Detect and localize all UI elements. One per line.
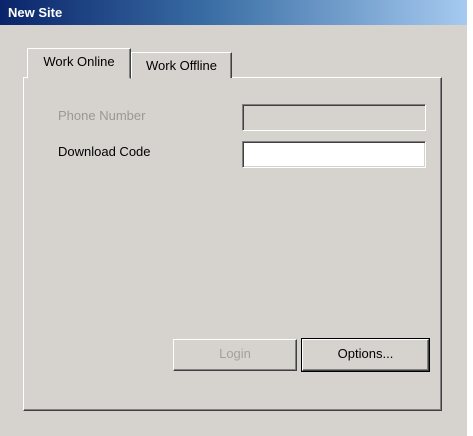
download-code-label: Download Code: [58, 144, 151, 159]
options-button[interactable]: Options...: [301, 338, 430, 372]
phone-number-label: Phone Number: [58, 108, 146, 123]
tab-work-online[interactable]: Work Online: [27, 48, 131, 79]
phone-number-field: [242, 104, 426, 131]
login-button: Login: [173, 339, 297, 371]
tab-work-offline-label: Work Offline: [145, 58, 218, 73]
download-code-field[interactable]: [242, 141, 426, 168]
window-right-edge: [467, 0, 473, 436]
tab-work-online-label: Work Online: [43, 54, 115, 69]
new-site-dialog: New Site Work Online Work Offline Phone …: [0, 0, 467, 436]
tab-work-offline[interactable]: Work Offline: [131, 52, 232, 78]
dialog-title: New Site: [0, 0, 467, 25]
